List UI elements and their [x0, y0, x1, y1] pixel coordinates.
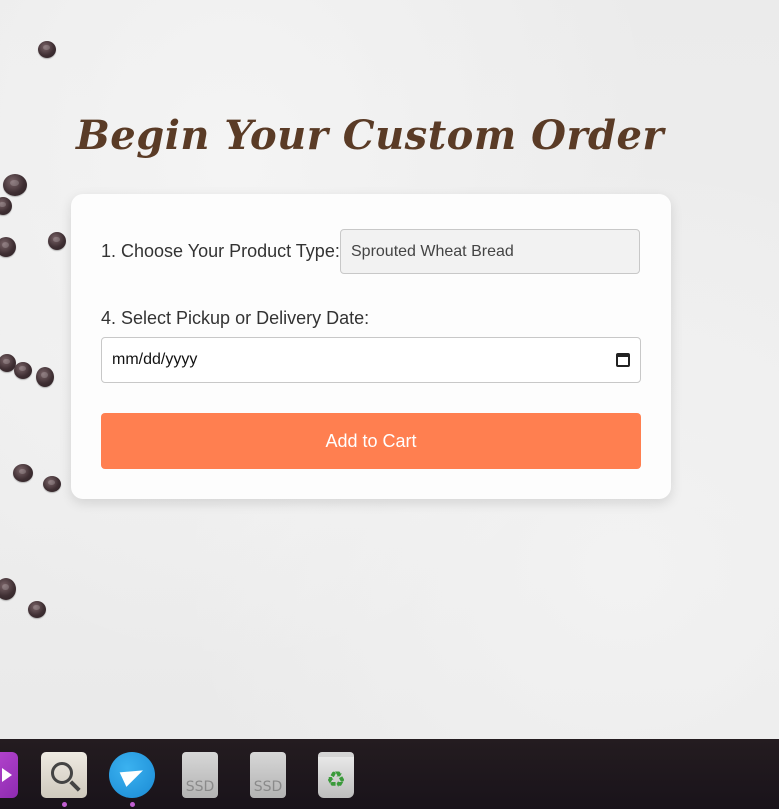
- dock-item-image-viewer[interactable]: [41, 752, 87, 807]
- decorative-bean: [43, 476, 61, 492]
- decorative-bean: [0, 578, 16, 600]
- dock-item-drive-1[interactable]: SSD: [182, 752, 218, 798]
- dock-item-media-player[interactable]: [0, 752, 18, 798]
- page-title: Begin Your Custom Order: [75, 112, 665, 159]
- dock-item-drive-2[interactable]: SSD: [250, 752, 286, 798]
- decorative-bean: [0, 197, 12, 215]
- running-indicator: [130, 802, 135, 807]
- date-placeholder: mm/dd/yyyy: [112, 351, 198, 368]
- paper-plane-icon: [119, 763, 147, 787]
- play-icon: [2, 768, 12, 782]
- calendar-icon[interactable]: [616, 353, 630, 367]
- recycle-icon: ♻: [326, 766, 346, 792]
- dock-item-telegram[interactable]: [109, 752, 155, 807]
- decorative-bean: [0, 237, 16, 257]
- decorative-bean: [14, 362, 32, 379]
- decorative-bean: [13, 464, 33, 482]
- order-form-card: 1. Choose Your Product Type: Sprouted Wh…: [71, 194, 671, 499]
- dock-item-trash[interactable]: ♻: [318, 752, 354, 798]
- ssd-drive-label: SSD: [185, 779, 215, 795]
- decorative-bean: [36, 367, 54, 387]
- product-type-label: 1. Choose Your Product Type:: [101, 241, 340, 261]
- ssd-drive-label: SSD: [253, 779, 283, 795]
- product-type-field[interactable]: Sprouted Wheat Bread: [340, 229, 640, 274]
- product-type-value: Sprouted Wheat Bread: [351, 242, 514, 260]
- taskbar-dock: SSD SSD ♻: [0, 739, 779, 809]
- magnifier-icon: [51, 762, 73, 784]
- date-input[interactable]: mm/dd/yyyy: [101, 337, 641, 383]
- decorative-bean: [38, 41, 56, 58]
- date-label: 4. Select Pickup or Delivery Date:: [101, 308, 370, 328]
- decorative-bean: [48, 232, 66, 250]
- decorative-bean: [28, 601, 46, 618]
- running-indicator: [62, 802, 67, 807]
- decorative-bean: [3, 174, 27, 196]
- add-to-cart-button[interactable]: Add to Cart: [101, 413, 641, 469]
